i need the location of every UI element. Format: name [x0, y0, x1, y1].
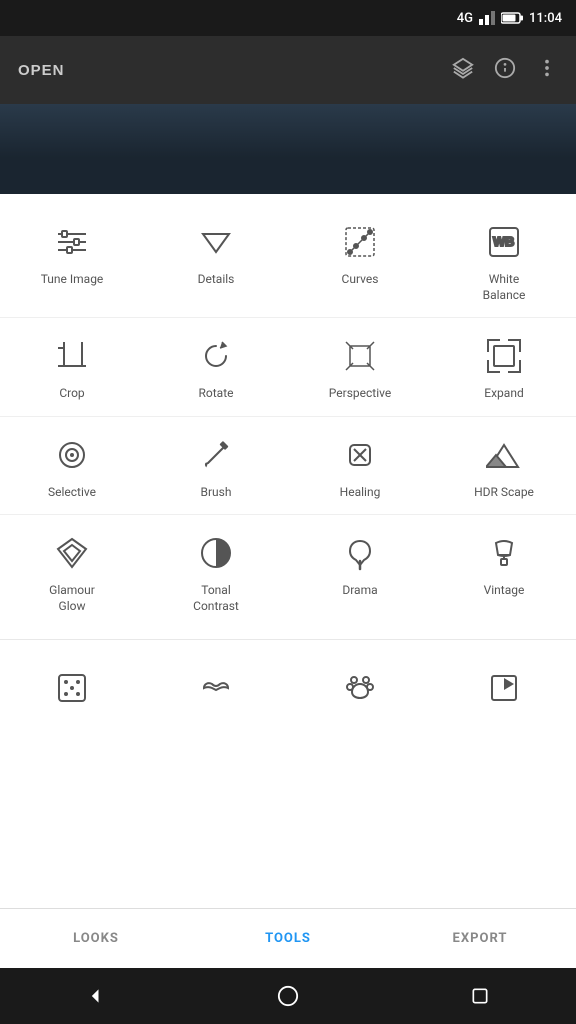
curves-label: Curves: [342, 272, 379, 288]
home-button[interactable]: [268, 976, 308, 1016]
perspective-label: Perspective: [329, 386, 391, 402]
rotate-icon: [194, 334, 238, 378]
expand-icon: [482, 334, 526, 378]
tool-drama[interactable]: Drama: [288, 515, 432, 628]
tool-tonal-contrast[interactable]: TonalContrast: [144, 515, 288, 628]
more-icon[interactable]: [536, 57, 558, 84]
healing-icon: [338, 433, 382, 477]
tonal-contrast-label: TonalContrast: [193, 583, 239, 614]
tool-brush[interactable]: Brush: [144, 417, 288, 515]
sliders-icon: [50, 220, 94, 264]
recents-button[interactable]: [460, 976, 500, 1016]
tool-rotate[interactable]: Rotate: [144, 318, 288, 416]
crop-icon: [50, 334, 94, 378]
rotate-label: Rotate: [199, 386, 234, 402]
brush-icon: [194, 433, 238, 477]
white-balance-label: WhiteBalance: [483, 272, 526, 303]
drama-icon: [338, 531, 382, 575]
time: 11:04: [529, 11, 562, 26]
nav-tools[interactable]: TOOLS: [192, 909, 384, 968]
tool-selective[interactable]: Selective: [0, 417, 144, 515]
perspective-icon: [338, 334, 382, 378]
top-bar-icons: [452, 57, 558, 84]
open-button[interactable]: OPEN: [18, 62, 65, 79]
details-label: Details: [198, 272, 235, 288]
extra-tools-row: [0, 639, 576, 736]
tool-crop[interactable]: Crop: [0, 318, 144, 416]
tool-healing[interactable]: Healing: [288, 417, 432, 515]
glamour-icon: [50, 531, 94, 575]
export-label: EXPORT: [453, 931, 508, 946]
android-nav: [0, 968, 576, 1024]
signal-icon: [479, 11, 495, 25]
tonal-icon: [194, 531, 238, 575]
tool-hdr-scape[interactable]: HDR Scape: [432, 417, 576, 515]
flag-icon: [482, 666, 526, 710]
expand-label: Expand: [484, 386, 523, 402]
tool-expand[interactable]: Expand: [432, 318, 576, 416]
battery-icon: [501, 12, 523, 24]
vintage-icon: [482, 531, 526, 575]
curves-icon: [338, 220, 382, 264]
tool-glamour-glow[interactable]: GlamourGlow: [0, 515, 144, 628]
tool-vintage[interactable]: Vintage: [432, 515, 576, 628]
hdr-scape-label: HDR Scape: [474, 485, 534, 501]
dice-icon: [50, 666, 94, 710]
looks-label: LOOKS: [73, 931, 119, 946]
triangle-down-icon: [194, 220, 238, 264]
status-bar: 4G 11:04: [0, 0, 576, 36]
glamour-glow-label: GlamourGlow: [49, 583, 95, 614]
vintage-label: Vintage: [484, 583, 525, 599]
tool-curves[interactable]: Curves: [288, 204, 432, 317]
wb-icon: W B: [482, 220, 526, 264]
back-button[interactable]: [76, 976, 116, 1016]
info-icon[interactable]: [494, 57, 516, 84]
nav-export[interactable]: EXPORT: [384, 909, 576, 968]
mustache-icon: [194, 666, 238, 710]
tools-section: Tune Image Details: [0, 194, 576, 908]
top-bar: OPEN: [0, 36, 576, 104]
tool-extra2[interactable]: [144, 650, 288, 732]
bottom-nav: LOOKS TOOLS EXPORT: [0, 908, 576, 968]
tools-label: TOOLS: [265, 931, 311, 946]
svg-text:B: B: [505, 234, 514, 249]
tool-tune-image[interactable]: Tune Image: [0, 204, 144, 317]
crop-label: Crop: [59, 386, 84, 402]
tool-white-balance[interactable]: W B WhiteBalance: [432, 204, 576, 317]
brush-label: Brush: [201, 485, 232, 501]
tool-details[interactable]: Details: [144, 204, 288, 317]
tool-perspective[interactable]: Perspective: [288, 318, 432, 416]
healing-label: Healing: [340, 485, 381, 501]
selective-label: Selective: [48, 485, 96, 501]
drama-label: Drama: [342, 583, 377, 599]
tune-image-label: Tune Image: [41, 272, 104, 288]
paw-icon: [338, 666, 382, 710]
network-type: 4G: [457, 11, 473, 26]
tool-extra3[interactable]: [288, 650, 432, 732]
selective-icon: [50, 433, 94, 477]
layers-icon[interactable]: [452, 57, 474, 84]
tools-grid: Tune Image Details: [0, 204, 576, 639]
image-preview: [0, 104, 576, 194]
nav-looks[interactable]: LOOKS: [0, 909, 192, 968]
tool-extra4[interactable]: [432, 650, 576, 732]
hdr-icon: [482, 433, 526, 477]
tool-extra1[interactable]: [0, 650, 144, 732]
